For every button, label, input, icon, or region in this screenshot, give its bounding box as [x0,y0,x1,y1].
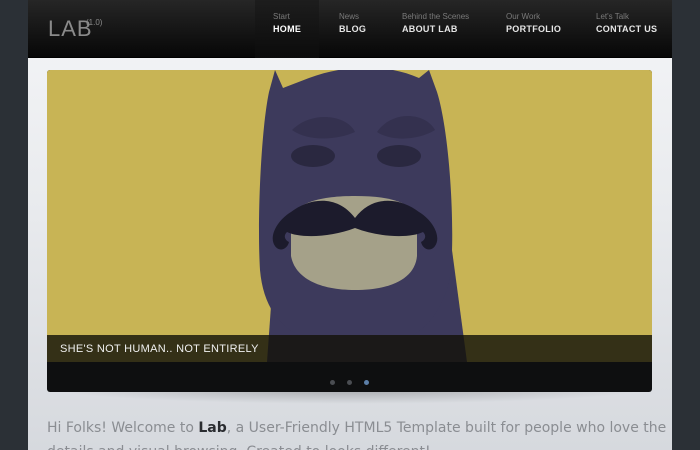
intro-paragraph: Hi Folks! Welcome to Lab, a User-Friendl… [47,416,667,450]
intro-text-start: Hi Folks! Welcome to [47,420,199,436]
nav-main-label: CONTACT US [596,24,658,34]
nav-main-label: BLOG [339,24,367,34]
slider-dot-2[interactable] [347,380,352,385]
slide-caption-text: SHE'S NOT HUMAN.. NOT ENTIRELY [60,343,259,355]
nav-sub-label: News [339,12,360,21]
nav-sub-label: Our Work [506,12,541,21]
right-eye [377,145,421,167]
main-nav: Start HOME News BLOG Behind the Scenes A… [28,0,672,58]
slider-dot-1[interactable] [329,380,335,385]
image-slider[interactable]: SHE'S NOT HUMAN.. NOT ENTIRELY [47,70,652,392]
nav-main-label: ABOUT LAB [402,24,458,34]
nav-sub-label: Behind the Scenes [402,12,470,21]
slide-caption: SHE'S NOT HUMAN.. NOT ENTIRELY [47,335,652,362]
nav-item-about-lab[interactable]: Behind the Scenes ABOUT LAB [402,0,469,40]
page-container: LAB (1.0) Start HOME News BLOG Behind th… [28,0,672,450]
nav-item-blog[interactable]: News BLOG [339,0,366,40]
slider-pagination [47,372,652,385]
intro-brand: Lab [198,420,227,436]
slider-dot-3[interactable] [364,380,370,385]
site-header: LAB (1.0) Start HOME News BLOG Behind th… [28,0,672,58]
slide-image-masked-figure [47,70,652,362]
nav-main-label: PORTFOLIO [506,24,562,34]
left-eye [291,145,335,167]
nav-item-contact-us[interactable]: Let's Talk CONTACT US [596,0,657,40]
nav-item-home[interactable]: Start HOME [255,0,319,58]
nav-sub-label: Let's Talk [596,12,629,21]
nav-item-portfolio[interactable]: Our Work PORTFOLIO [506,0,561,40]
nav-main-label: HOME [273,24,302,34]
nav-sub-label: Start [273,12,290,21]
